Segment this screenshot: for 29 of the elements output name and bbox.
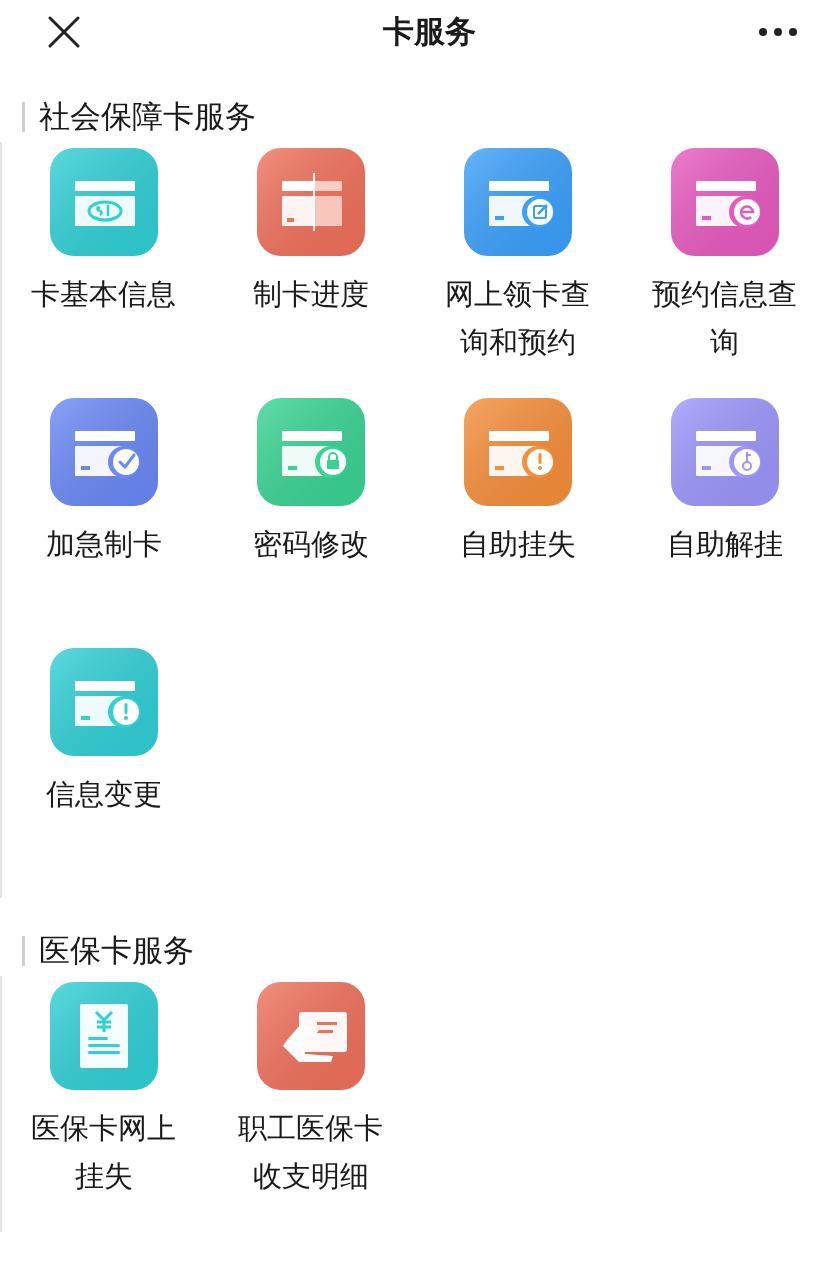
service-label: 预约信息查询	[651, 276, 798, 361]
service-label: 密码修改	[251, 526, 370, 563]
service-label: 自助挂失	[458, 526, 577, 563]
service-icon[interactable]	[256, 148, 365, 256]
service-label: 医保卡网上挂失	[30, 1110, 177, 1195]
service-label: 信息变更	[44, 776, 163, 813]
service-icon[interactable]	[463, 398, 572, 506]
service-label: 自助解挂	[665, 526, 784, 563]
service-icon[interactable]	[670, 148, 779, 256]
more-icon	[758, 27, 798, 37]
close-icon	[48, 16, 80, 48]
service-label: 加急制卡	[44, 526, 163, 563]
service-icon[interactable]	[670, 398, 779, 506]
service-label: 职工医保卡收支明细	[237, 1110, 384, 1195]
service-icon[interactable]	[49, 982, 158, 1090]
section-title: 医保卡服务	[39, 931, 194, 970]
page-title: 卡服务	[382, 12, 476, 51]
service-label: 卡基本信息	[30, 276, 177, 313]
section-title: 社会保障卡服务	[39, 97, 256, 136]
service-icon[interactable]	[256, 982, 365, 1090]
service-icon[interactable]	[49, 148, 158, 256]
more-button[interactable]	[758, 27, 798, 37]
close-button[interactable]	[48, 16, 80, 48]
service-icon[interactable]	[49, 648, 158, 756]
service-icon[interactable]	[256, 398, 365, 506]
service-label: 网上领卡查询和预约	[444, 276, 591, 361]
service-icon[interactable]	[463, 148, 572, 256]
service-label: 制卡进度	[251, 276, 370, 313]
service-icon[interactable]	[49, 398, 158, 506]
